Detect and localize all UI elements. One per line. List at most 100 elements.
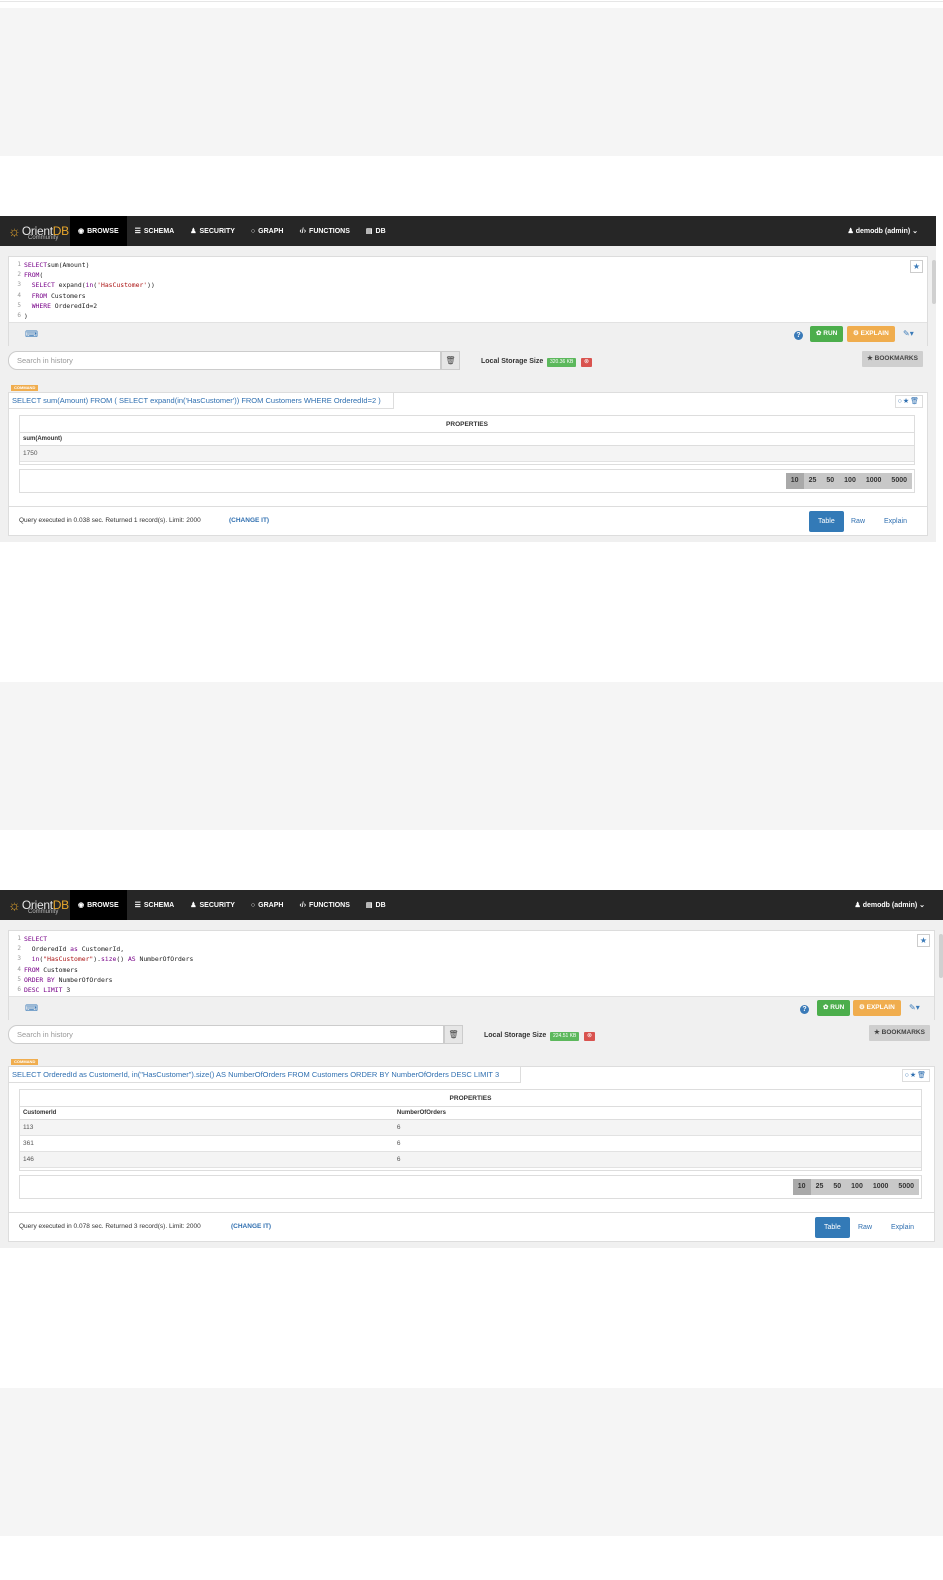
bookmarks-button[interactable]: ★ BOOKMARKS <box>862 351 923 367</box>
page-size-50[interactable]: 50 <box>821 473 840 489</box>
clear-storage-icon[interactable]: ⊗ <box>584 1032 595 1041</box>
keyboard-icon[interactable]: ⌨ <box>25 329 38 340</box>
code-text: SELECT <box>24 935 48 943</box>
page-size-25[interactable]: 25 <box>810 1179 829 1195</box>
clear-storage-icon[interactable]: ⊗ <box>581 358 592 367</box>
pagination-bar: 10 25 50 100 1000 5000 <box>19 1175 922 1199</box>
wrench-icon[interactable]: ✎▾ <box>909 1003 920 1012</box>
user-menu[interactable]: ♟ demodb (admin) ⌄ <box>848 227 936 235</box>
nav-item-label: SECURITY <box>199 901 235 909</box>
query-text-link[interactable]: SELECT sum(Amount) FROM ( SELECT expand(… <box>9 393 394 409</box>
page-size-10[interactable]: 10 <box>785 473 804 489</box>
nav-item-graph[interactable]: ○ GRAPH <box>243 216 292 246</box>
sql-editor[interactable]: 1 SELECTsum(Amount) 2 FROM(3 SELECT expand(… <box>8 256 928 346</box>
nav-item-db[interactable]: ▤ DB <box>358 216 394 246</box>
code-line: 1 SELECTsum(Amount) <box>13 260 927 270</box>
scrollbar[interactable] <box>932 260 936 304</box>
orientdb-logo[interactable]: ☼ OrientDB Community <box>0 890 70 920</box>
result-footer: Query executed in 0.038 sec. Returned 1 … <box>9 506 927 535</box>
sun-icon: ☼ <box>8 897 21 913</box>
nav-item-browse[interactable]: ◉ BROWSE <box>70 890 127 920</box>
user-icon: ♟ <box>190 902 197 909</box>
trash-icon[interactable]: 🗑 <box>910 398 920 405</box>
search-history-input[interactable]: Search in history <box>8 1025 444 1044</box>
line-number: 5 <box>17 301 21 309</box>
column-header[interactable]: CustomerId <box>23 1107 397 1119</box>
bookmark-star-button[interactable]: ★ <box>910 260 923 273</box>
tab-table[interactable]: Table <box>815 1217 850 1238</box>
change-limit-link[interactable]: (CHANGE IT) <box>229 517 269 524</box>
table-row[interactable]: 1750 <box>20 446 914 462</box>
scrollbar[interactable] <box>939 934 943 978</box>
code-line: 4 FROM Customers <box>13 291 927 301</box>
page-size-10[interactable]: 10 <box>792 1179 811 1195</box>
sql-editor[interactable]: 1 SELECT 2 OrderedId as CustomerId, 3 in("H… <box>8 930 935 1020</box>
nav-item-label: BROWSE <box>87 901 119 909</box>
tab-explain[interactable]: Explain <box>882 1217 923 1238</box>
studio-panel: ☼ OrientDB Community ◉ BROWSE ☰ SCHEMA ♟ SECURIT… <box>0 216 936 542</box>
page-size-25[interactable]: 25 <box>803 473 822 489</box>
nav-item-schema[interactable]: ☰ SCHEMA <box>127 216 183 246</box>
nav-item-browse[interactable]: ◉ BROWSE <box>70 216 127 246</box>
nav-item-functions[interactable]: ‹/› FUNCTIONS <box>291 216 357 246</box>
page-size-5000[interactable]: 5000 <box>886 473 912 489</box>
explain-button[interactable]: ⚙ EXPLAIN <box>853 1000 901 1016</box>
line-number: 4 <box>17 291 21 299</box>
tab-raw[interactable]: Raw <box>849 1217 881 1238</box>
run-button[interactable]: ✿ RUN <box>817 1000 851 1016</box>
table-row[interactable]: 113 6 <box>20 1120 921 1136</box>
tab-raw[interactable]: Raw <box>842 511 874 532</box>
table-row[interactable]: 361 6 <box>20 1136 921 1152</box>
orientdb-logo[interactable]: ☼ OrientDB Community <box>0 216 70 246</box>
help-icon[interactable]: ? <box>800 1005 809 1014</box>
nav-item-security[interactable]: ♟ SECURITY <box>182 890 243 920</box>
bookmarks-button[interactable]: ★ BOOKMARKS <box>869 1025 930 1041</box>
nav-item-label: DB <box>375 227 386 235</box>
line-number: 6 <box>17 985 21 993</box>
schema-icon: ☰ <box>134 228 141 235</box>
search-history-input[interactable]: Search in history <box>8 351 441 370</box>
nav-item-label: FUNCTIONS <box>309 901 350 909</box>
page-size-100[interactable]: 100 <box>846 1179 868 1195</box>
keyboard-icon[interactable]: ⌨ <box>25 1003 38 1014</box>
nav-item-db[interactable]: ▤ DB <box>358 890 394 920</box>
user-menu[interactable]: ♟ demodb (admin) ⌄ <box>855 901 943 909</box>
background-band <box>0 1388 943 1536</box>
nav-item-schema[interactable]: ☰ SCHEMA <box>127 890 183 920</box>
table-row[interactable]: 146 6 <box>20 1152 921 1168</box>
page-size-1000[interactable]: 1000 <box>867 1179 894 1195</box>
column-header[interactable]: NumberOfOrders <box>397 1107 921 1119</box>
code-line: 2 FROM( <box>13 270 927 280</box>
page-size-5000[interactable]: 5000 <box>893 1179 919 1195</box>
change-limit-link[interactable]: (CHANGE IT) <box>231 1223 271 1230</box>
help-icon[interactable]: ? <box>794 331 803 340</box>
page-size-1000[interactable]: 1000 <box>860 473 887 489</box>
query-text-link[interactable]: SELECT OrderedId as CustomerId, in("HasC… <box>9 1067 521 1083</box>
tab-table[interactable]: Table <box>809 511 844 532</box>
table-cell: 6 <box>396 1124 401 1131</box>
code-lines: 1 SELECT 2 OrderedId as CustomerId, 3 in("H… <box>9 931 934 995</box>
line-number: 2 <box>17 945 21 953</box>
eye-icon: ◉ <box>78 228 85 235</box>
user-icon: ♟ <box>190 228 197 235</box>
bookmark-star-button[interactable]: ★ <box>917 934 930 947</box>
nav-item-functions[interactable]: ‹/› FUNCTIONS <box>291 890 357 920</box>
trash-icon[interactable]: 🗑 <box>441 351 460 370</box>
code-line: 5 ORDER BY NumberOfOrders <box>13 975 934 985</box>
column-header[interactable]: sum(Amount) <box>23 433 914 445</box>
page-size-50[interactable]: 50 <box>828 1179 847 1195</box>
column-header-row: sum(Amount) <box>20 433 914 446</box>
code-icon: ‹/› <box>299 901 307 909</box>
explain-button[interactable]: ⚙ EXPLAIN <box>847 326 895 342</box>
page-size-100[interactable]: 100 <box>839 473 861 489</box>
tab-explain[interactable]: Explain <box>875 511 916 532</box>
circle-icon: ○ <box>250 901 256 909</box>
wrench-icon[interactable]: ✎▾ <box>903 329 914 338</box>
trash-icon[interactable]: 🗑 <box>444 1025 463 1044</box>
editor-toolbar: ⌨? ✿ RUN ⚙ EXPLAIN ✎▾ <box>9 996 934 1020</box>
trash-icon[interactable]: 🗑 <box>917 1072 927 1079</box>
nav-item-graph[interactable]: ○ GRAPH <box>243 890 292 920</box>
nav-item-security[interactable]: ♟ SECURITY <box>182 216 243 246</box>
table-cell: 113 <box>23 1124 34 1131</box>
run-button[interactable]: ✿ RUN <box>810 326 844 342</box>
